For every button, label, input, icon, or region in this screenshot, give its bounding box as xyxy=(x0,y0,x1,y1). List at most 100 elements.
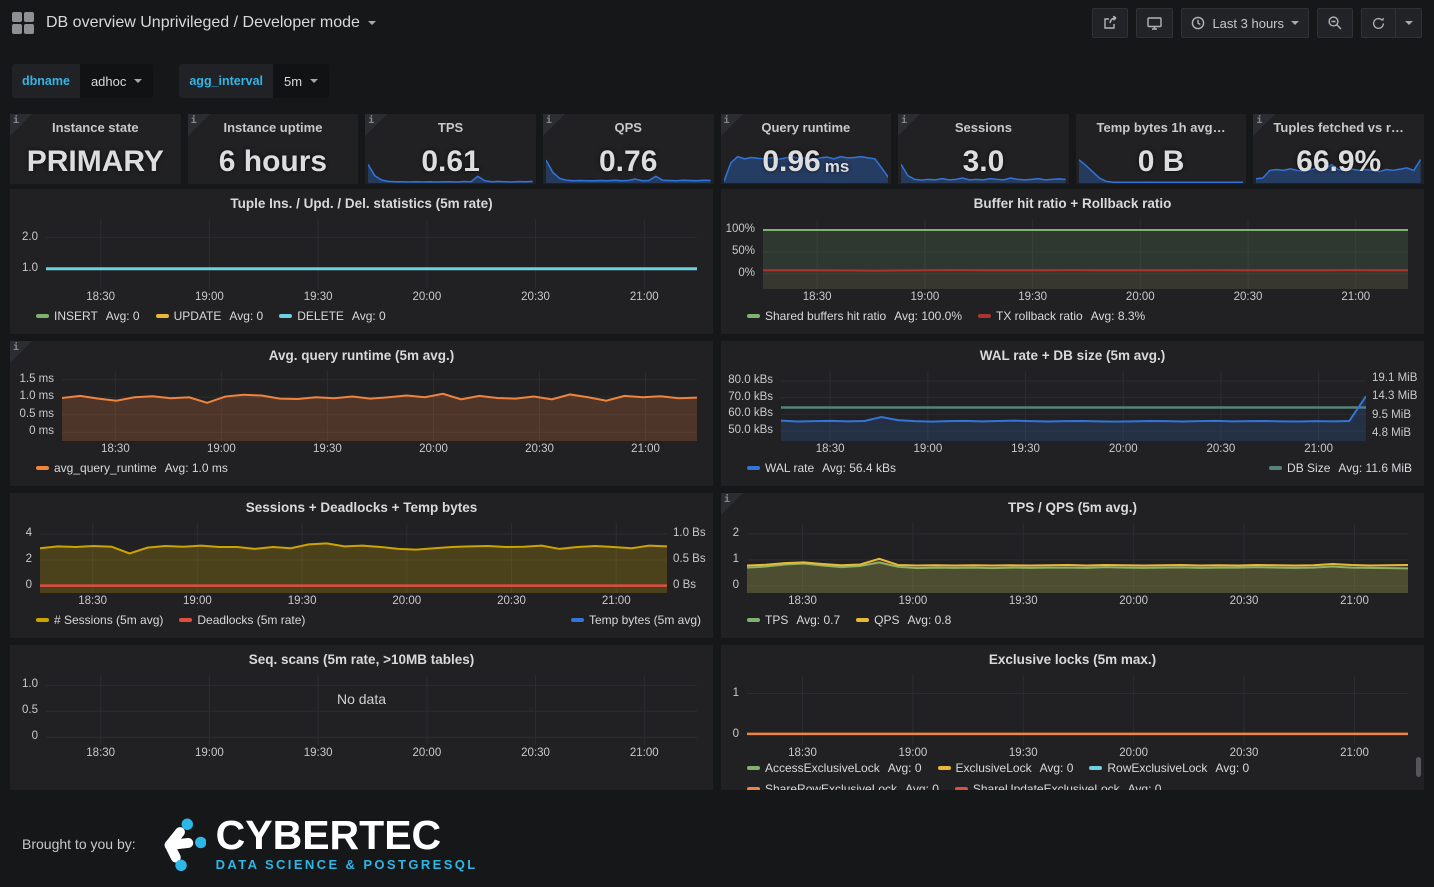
legend-avg: Avg: 0 xyxy=(888,761,922,775)
panel-title[interactable]: TPS / QPS (5m avg.) xyxy=(721,493,1424,515)
dashboard-title-dropdown[interactable]: DB overview Unprivileged / Developer mod… xyxy=(46,14,376,32)
legend-label: QPS xyxy=(874,613,899,627)
tv-mode-button[interactable] xyxy=(1136,8,1173,38)
legend-item-wal-rate[interactable]: WAL rateAvg: 56.4 kBs xyxy=(747,461,896,475)
info-corner-icon[interactable]: i xyxy=(898,114,920,136)
y-tick-label: 80.0 kBs xyxy=(721,374,773,386)
stat-panel-title[interactable]: Sessions xyxy=(898,120,1069,135)
legend-scrollbar[interactable] xyxy=(1416,757,1421,777)
legend-label: ShareUpdateExclusiveLock xyxy=(973,782,1120,790)
x-tick-label: 19:00 xyxy=(883,595,943,607)
stat-panel-title[interactable]: TPS xyxy=(365,120,536,135)
stat-panels-row: iInstance statePRIMARYiInstance uptime6 … xyxy=(10,114,1424,184)
info-icon: i xyxy=(901,115,907,126)
share-icon xyxy=(1102,15,1118,31)
panel-title[interactable]: Avg. query runtime (5m avg.) xyxy=(10,341,713,363)
legend: INSERTAvg: 0 UPDATEAvg: 0 DELETEAvg: 0 xyxy=(36,309,701,323)
legend-item-avg-query-runtime[interactable]: avg_query_runtimeAvg: 1.0 ms xyxy=(36,461,228,475)
info-icon: i xyxy=(546,115,552,126)
legend-avg: Avg: 8.3% xyxy=(1091,309,1145,323)
legend-swatch xyxy=(747,618,760,622)
x-tick-label: 19:00 xyxy=(191,443,251,455)
x-tick-label: 20:30 xyxy=(510,443,570,455)
grafana-apps-icon[interactable] xyxy=(12,12,34,34)
legend-item-insert[interactable]: INSERTAvg: 0 xyxy=(36,309,140,323)
legend-item-db-size[interactable]: DB SizeAvg: 11.6 MiB xyxy=(1269,461,1412,475)
variable-agg-interval[interactable]: agg_interval 5m xyxy=(179,64,329,98)
legend-item-update[interactable]: UPDATEAvg: 0 xyxy=(156,309,264,323)
page-title: DB overview Unprivileged / Developer mod… xyxy=(46,14,360,32)
info-corner-icon[interactable]: i xyxy=(10,341,32,363)
legend-item-shareupdateexclusivelock[interactable]: ShareUpdateExclusiveLockAvg: 0 xyxy=(955,782,1162,790)
x-tick-label: 18:30 xyxy=(800,443,860,455)
stat-value: 6 hours xyxy=(188,140,359,184)
stat-panel-title[interactable]: Query runtime xyxy=(721,120,892,135)
panel-title[interactable]: Tuple Ins. / Upd. / Del. statistics (5m … xyxy=(10,189,713,211)
legend-item-shared-buffers-hit-ratio[interactable]: Shared buffers hit ratioAvg: 100.0% xyxy=(747,309,962,323)
info-corner-icon[interactable]: i xyxy=(365,114,387,136)
info-icon: i xyxy=(191,115,197,126)
y-tick-label: 100% xyxy=(721,223,755,235)
legend-label: AccessExclusiveLock xyxy=(765,761,880,775)
refresh-button[interactable] xyxy=(1361,8,1396,38)
cybertec-logo-link[interactable]: CYBERTEC DATA SCIENCE & POSTGRESQL xyxy=(154,816,478,872)
legend-item-sharerowexclusivelock[interactable]: ShareRowExclusiveLockAvg: 0 xyxy=(747,782,939,790)
info-corner-icon[interactable]: i xyxy=(10,114,32,136)
panel-title[interactable]: WAL rate + DB size (5m avg.) xyxy=(721,341,1424,363)
legend-item-delete[interactable]: DELETEAvg: 0 xyxy=(279,309,386,323)
variable-dbname[interactable]: dbname adhoc xyxy=(12,64,153,98)
zoom-out-button[interactable] xyxy=(1317,8,1353,38)
y-tick-label: 1 xyxy=(721,553,739,565)
legend-avg: Avg: 0 xyxy=(1040,761,1074,775)
legend-label: WAL rate xyxy=(765,461,814,475)
legend-item--sessions-5m-avg-[interactable]: # Sessions (5m avg) xyxy=(36,613,163,627)
legend-item-tps[interactable]: TPSAvg: 0.7 xyxy=(747,613,840,627)
legend: # Sessions (5m avg) Deadlocks (5m rate) Te… xyxy=(36,613,701,627)
x-tick-label: 20:30 xyxy=(1214,747,1274,759)
stat-panel-title[interactable]: Tuples fetched vs r… xyxy=(1253,120,1424,135)
plot-area xyxy=(62,371,697,441)
navbar: DB overview Unprivileged / Developer mod… xyxy=(0,0,1434,46)
share-button[interactable] xyxy=(1092,8,1128,38)
panel-title[interactable]: Exclusive locks (5m max.) xyxy=(721,645,1424,667)
y-tick-label: 50.0 kBs xyxy=(721,424,773,436)
variable-value: adhoc xyxy=(91,74,126,89)
variable-label: agg_interval xyxy=(179,64,273,98)
info-corner-icon[interactable]: i xyxy=(721,493,743,515)
legend-item-qps[interactable]: QPSAvg: 0.8 xyxy=(856,613,951,627)
panel-title[interactable]: Sessions + Deadlocks + Temp bytes xyxy=(10,493,713,515)
stat-panel-title[interactable]: Instance uptime xyxy=(188,120,359,135)
legend-swatch xyxy=(279,314,292,318)
y-tick-label: 0 xyxy=(10,579,32,591)
info-corner-icon[interactable]: i xyxy=(188,114,210,136)
chart-svg xyxy=(781,371,1366,441)
time-range-picker[interactable]: Last 3 hours xyxy=(1181,8,1309,38)
x-tick-label: 19:00 xyxy=(883,747,943,759)
y-tick-label: 2 xyxy=(721,527,739,539)
panel-title[interactable]: Buffer hit ratio + Rollback ratio xyxy=(721,189,1424,211)
legend-label: Deadlocks (5m rate) xyxy=(197,613,305,627)
legend-item-rowexclusivelock[interactable]: RowExclusiveLockAvg: 0 xyxy=(1089,761,1249,775)
info-corner-icon[interactable]: i xyxy=(1253,114,1275,136)
info-corner-icon[interactable]: i xyxy=(721,114,743,136)
footer-text: Brought to you by: xyxy=(22,836,136,852)
stat-panel-title[interactable]: Temp bytes 1h avg… xyxy=(1076,120,1247,135)
legend-item-tx-rollback-ratio[interactable]: TX rollback ratioAvg: 8.3% xyxy=(978,309,1145,323)
legend-avg: Avg: 0 xyxy=(352,309,386,323)
x-tick-label: 20:30 xyxy=(1214,595,1274,607)
panel-title[interactable]: Seq. scans (5m rate, >10MB tables) xyxy=(10,645,713,667)
y-tick-label: 0.5 ms xyxy=(10,408,54,420)
legend-item-accessexclusivelock[interactable]: AccessExclusiveLock Avg: 0 xyxy=(747,761,922,775)
legend-item-deadlocks-5m-rate-[interactable]: Deadlocks (5m rate) xyxy=(179,613,305,627)
y-tick-label: 2 xyxy=(10,553,32,565)
x-tick-label: 20:00 xyxy=(1104,747,1164,759)
info-icon: i xyxy=(724,115,730,126)
stat-panel-title[interactable]: QPS xyxy=(543,120,714,135)
legend-item-exclusivelock[interactable]: ExclusiveLockAvg: 0 xyxy=(938,761,1074,775)
legend-item-temp-bytes-5m-avg-[interactable]: Temp bytes (5m avg) xyxy=(571,613,701,627)
info-corner-icon[interactable]: i xyxy=(543,114,565,136)
refresh-interval-dropdown[interactable] xyxy=(1396,8,1422,38)
chart-panel-seq-scans: Seq. scans (5m rate, >10MB tables)00.51.… xyxy=(10,645,713,790)
stat-panel-title[interactable]: Instance state xyxy=(10,120,181,135)
stat-panel-instance-uptime: iInstance uptime 6 hours xyxy=(188,114,359,184)
